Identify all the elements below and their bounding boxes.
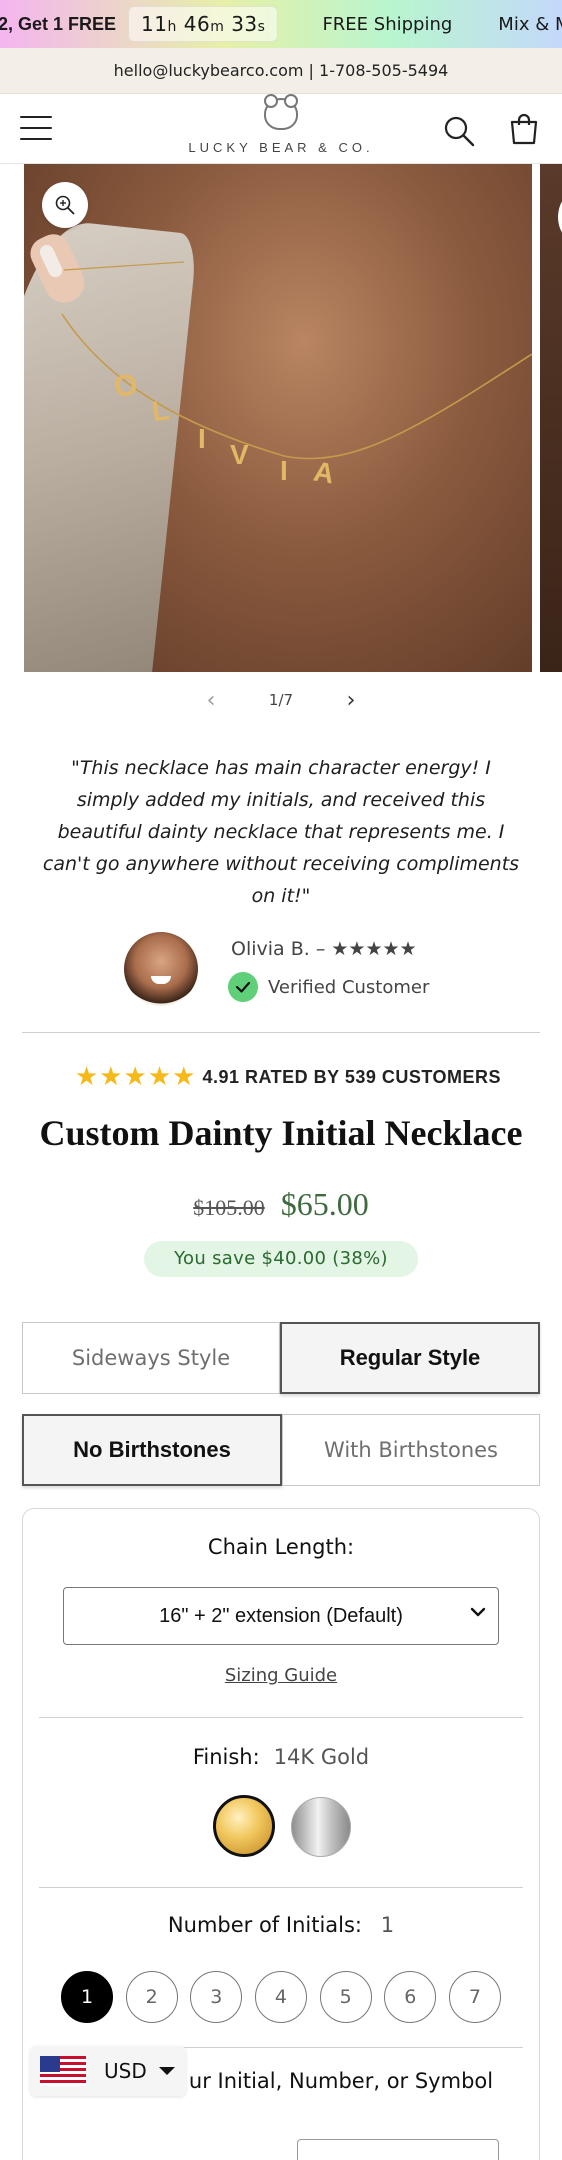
brand-name: LUCKY BEAR & CO. [188, 140, 374, 155]
option-sideways-style[interactable]: Sideways Style [22, 1322, 280, 1394]
initials-option[interactable]: 3 [190, 1971, 243, 2023]
chevron-down-icon [470, 1607, 486, 1617]
reviewer-block: Olivia B. – ★★★★★ Verified Customer [124, 932, 464, 1008]
reviewer-avatar [124, 932, 198, 1006]
compare-at-price: $105.00 [193, 1195, 265, 1220]
initials-label-row: Number of Initials: 1 [23, 1913, 539, 1937]
image-slider-controls: ‹ 1/7 › [196, 682, 366, 718]
birthstone-selector: No Birthstones With Birthstones [22, 1414, 540, 1486]
necklace-letter: O [110, 367, 141, 405]
initials-option[interactable]: 1 [61, 1971, 113, 2023]
product-image[interactable]: O L I V I A [24, 164, 532, 672]
next-image-button[interactable]: › [336, 685, 366, 715]
zoom-button[interactable] [42, 182, 88, 228]
site-header: LUCKY BEAR & CO. [0, 94, 562, 164]
option-no-birthstones[interactable]: No Birthstones [22, 1414, 282, 1486]
savings-badge: You save $40.00 (38%) [144, 1241, 418, 1277]
necklace-graphic: O L I V I A [61, 261, 532, 490]
initials-label: Number of Initials: [167, 1913, 362, 1937]
next-image-peek[interactable] [540, 164, 562, 672]
chevron-right-icon: › [346, 687, 356, 713]
initials-value: 1 [380, 1913, 395, 1937]
necklace-letter: I [198, 423, 206, 454]
reviewer-name: Olivia B. – ★★★★★ [231, 938, 417, 960]
chain-length-select[interactable]: 16" + 2" extension (Default) [63, 1587, 499, 1645]
caret-down-icon [158, 2067, 175, 2075]
promo-shipping-text: FREE Shipping [322, 13, 453, 35]
contact-bar: hello@luckybearco.com | 1-708-505-5494 [0, 48, 562, 94]
finish-value: 14K Gold [273, 1745, 370, 1769]
us-flag-icon [40, 2056, 86, 2086]
testimonial-quote: "This necklace has main character energy… [42, 757, 520, 907]
rating-text: 4.91 RATED BY 539 CUSTOMERS [202, 1066, 502, 1087]
panel-divider [39, 1717, 523, 1718]
brand-logo[interactable]: LUCKY BEAR & CO. [180, 94, 382, 160]
necklace-letter: I [280, 455, 288, 486]
sale-price: $65.00 [280, 1186, 369, 1222]
sizing-guide-link[interactable]: Sizing Guide [23, 1665, 539, 1686]
finish-label: Finish: [192, 1745, 260, 1769]
promo-mix-text: Mix & Mo [498, 13, 562, 35]
promo-bar: 2, Get 1 FREE 11h 46m 33s FREE Shipping … [0, 0, 562, 48]
zoom-in-icon [55, 195, 75, 215]
initials-option[interactable]: 2 [125, 1971, 178, 2023]
initial-select[interactable] [297, 2139, 499, 2160]
chain-length-label: Chain Length: [207, 1535, 355, 1559]
necklace-letter: L [150, 394, 171, 427]
section-divider [22, 1032, 540, 1033]
necklace-letter: V [230, 439, 249, 470]
search-icon[interactable] [442, 114, 476, 148]
chevron-left-icon: ‹ [206, 687, 216, 713]
image-counter: 1/7 [268, 691, 294, 709]
finish-swatch-silver[interactable] [291, 1797, 351, 1857]
style-selector: Sideways Style Regular Style [22, 1322, 540, 1394]
bear-logo-icon [264, 94, 298, 130]
panel-divider [39, 1887, 523, 1888]
currency-code: USD [104, 2059, 147, 2083]
finish-label-row: Finish: 14K Gold [23, 1745, 539, 1769]
checkmark-icon [228, 972, 258, 1002]
initials-option[interactable]: 4 [254, 1971, 307, 2023]
rating-stars-icon: ★★★★★ [74, 1062, 197, 1092]
cart-icon[interactable] [508, 112, 540, 146]
initials-count-selector: 1 2 3 4 5 6 7 [61, 1971, 501, 2023]
initials-option[interactable]: 5 [319, 1971, 372, 2023]
contact-text: hello@luckybearco.com | 1-708-505-5494 [113, 61, 449, 80]
product-rating[interactable]: ★★★★★ 4.91 RATED BY 539 CUSTOMERS [58, 1060, 518, 1094]
product-title: Custom Dainty Initial Necklace [39, 1113, 523, 1153]
currency-selector[interactable]: USD [30, 2046, 186, 2096]
price-block: $105.00 $65.00 [120, 1186, 442, 1230]
verified-text: Verified Customer [268, 976, 430, 998]
previous-image-button[interactable]: ‹ [196, 685, 226, 715]
finish-swatch-gold[interactable] [213, 1795, 275, 1857]
necklace-letter: A [311, 455, 336, 489]
verified-badge: Verified Customer [228, 972, 429, 1002]
menu-icon[interactable] [20, 116, 52, 142]
option-regular-style[interactable]: Regular Style [280, 1322, 540, 1394]
option-with-birthstones[interactable]: With Birthstones [282, 1414, 540, 1486]
initials-option[interactable]: 7 [448, 1971, 501, 2023]
countdown-timer: 11h 46m 33s [128, 6, 279, 42]
promo-offer-text: 2, Get 1 FREE [0, 13, 117, 34]
chain-length-value: 16" + 2" extension (Default) [159, 1604, 403, 1627]
initials-option[interactable]: 6 [384, 1971, 437, 2023]
